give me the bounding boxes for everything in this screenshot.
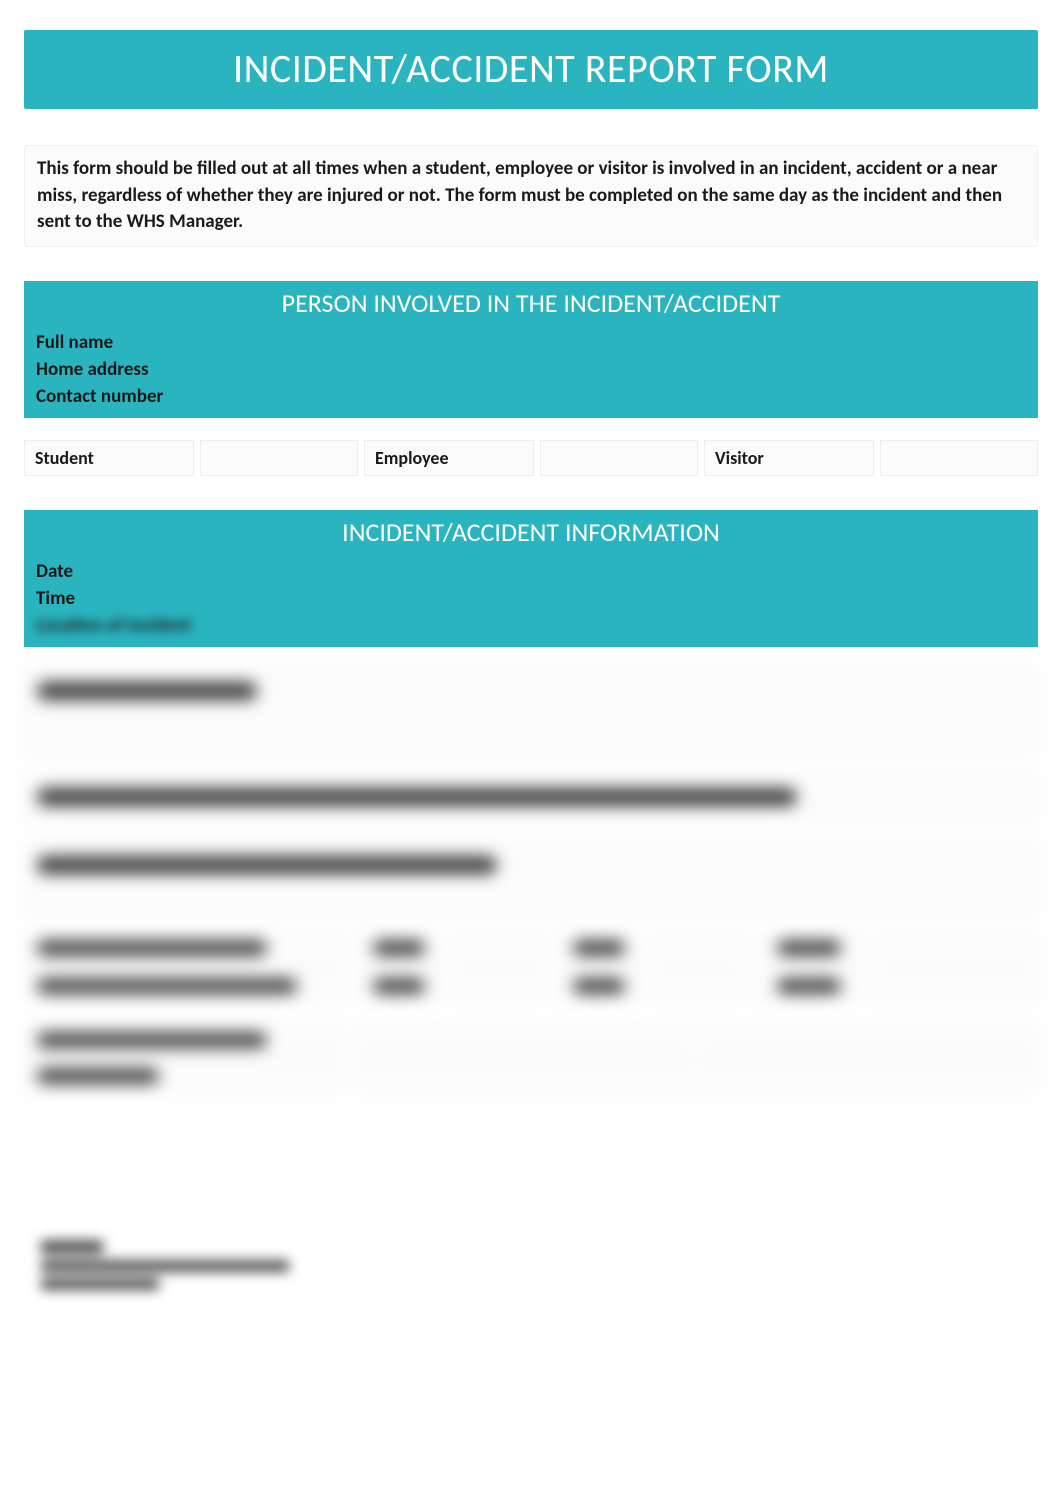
check-refused[interactable] [874, 931, 1038, 965]
footer-line-1 [40, 1240, 104, 1254]
check-onsite[interactable] [454, 969, 544, 1003]
label-contact-number: Contact number [24, 383, 234, 410]
opt-onsite[interactable] [354, 969, 444, 1003]
label-treatment-provided [24, 931, 344, 965]
opt-no[interactable] [554, 931, 644, 965]
input-full-name[interactable] [234, 330, 1038, 354]
label-full-name: Full name [24, 329, 234, 356]
witnesses-box[interactable] [24, 771, 1038, 823]
label-incident-description [37, 682, 257, 700]
info-fields-block: Date Time Location of incident [24, 556, 1038, 647]
injured-box[interactable] [24, 839, 1038, 917]
label-date: Date [24, 558, 234, 585]
input-extra[interactable] [354, 1059, 1038, 1093]
label-injured [37, 856, 497, 874]
label-location: Location of incident [24, 612, 234, 639]
input-report-date[interactable] [701, 1023, 1038, 1057]
role-visitor-checkbox[interactable] [880, 440, 1038, 476]
input-reporter-name[interactable] [354, 1023, 691, 1057]
input-date[interactable] [234, 559, 1038, 583]
row-location: Location of incident [24, 612, 1038, 639]
check-yes[interactable] [454, 931, 544, 965]
label-witnesses [37, 788, 797, 806]
opt-refused[interactable] [754, 931, 864, 965]
footer-blurred [40, 1234, 290, 1296]
label-where-treatment [24, 969, 344, 1003]
role-row: Student Employee Visitor [24, 440, 1038, 476]
treatment-row-1 [24, 931, 1038, 965]
reporter-row [24, 1023, 1038, 1057]
form-title: INCIDENT/ACCIDENT REPORT FORM [24, 30, 1038, 109]
label-time: Time [24, 585, 234, 612]
person-fields-block: Full name Home address Contact number [24, 327, 1038, 418]
footer-line-2 [40, 1260, 290, 1272]
blurred-content [24, 665, 1038, 1093]
check-other[interactable] [874, 969, 1038, 1003]
input-time[interactable] [234, 586, 1038, 610]
row-home-address: Home address [24, 356, 1038, 383]
instructions-text: This form should be filled out at all ti… [24, 145, 1038, 247]
input-location[interactable] [234, 613, 1038, 637]
check-hospital[interactable] [654, 969, 744, 1003]
role-student-label: Student [24, 440, 194, 476]
check-no[interactable] [654, 931, 744, 965]
row-time: Time [24, 585, 1038, 612]
row-contact-number: Contact number [24, 383, 1038, 410]
row-date: Date [24, 558, 1038, 585]
opt-hospital[interactable] [554, 969, 644, 1003]
opt-yes[interactable] [354, 931, 444, 965]
treatment-row-2 [24, 969, 1038, 1003]
label-reporter-name [24, 1023, 344, 1057]
section-info-heading: INCIDENT/ACCIDENT INFORMATION [24, 510, 1038, 556]
input-contact-number[interactable] [234, 384, 1038, 408]
role-employee-label: Employee [364, 440, 534, 476]
section-person-heading: PERSON INVOLVED IN THE INCIDENT/ACCIDENT [24, 281, 1038, 327]
reporter-row-2 [24, 1059, 1038, 1093]
incident-description-box[interactable] [24, 665, 1038, 755]
footer-line-3 [40, 1278, 160, 1290]
row-full-name: Full name [24, 329, 1038, 356]
input-home-address[interactable] [234, 357, 1038, 381]
role-student-checkbox[interactable] [200, 440, 358, 476]
label-date-of-report [24, 1059, 344, 1093]
opt-other[interactable] [754, 969, 864, 1003]
role-visitor-label: Visitor [704, 440, 874, 476]
role-employee-checkbox[interactable] [540, 440, 698, 476]
label-home-address: Home address [24, 356, 234, 383]
